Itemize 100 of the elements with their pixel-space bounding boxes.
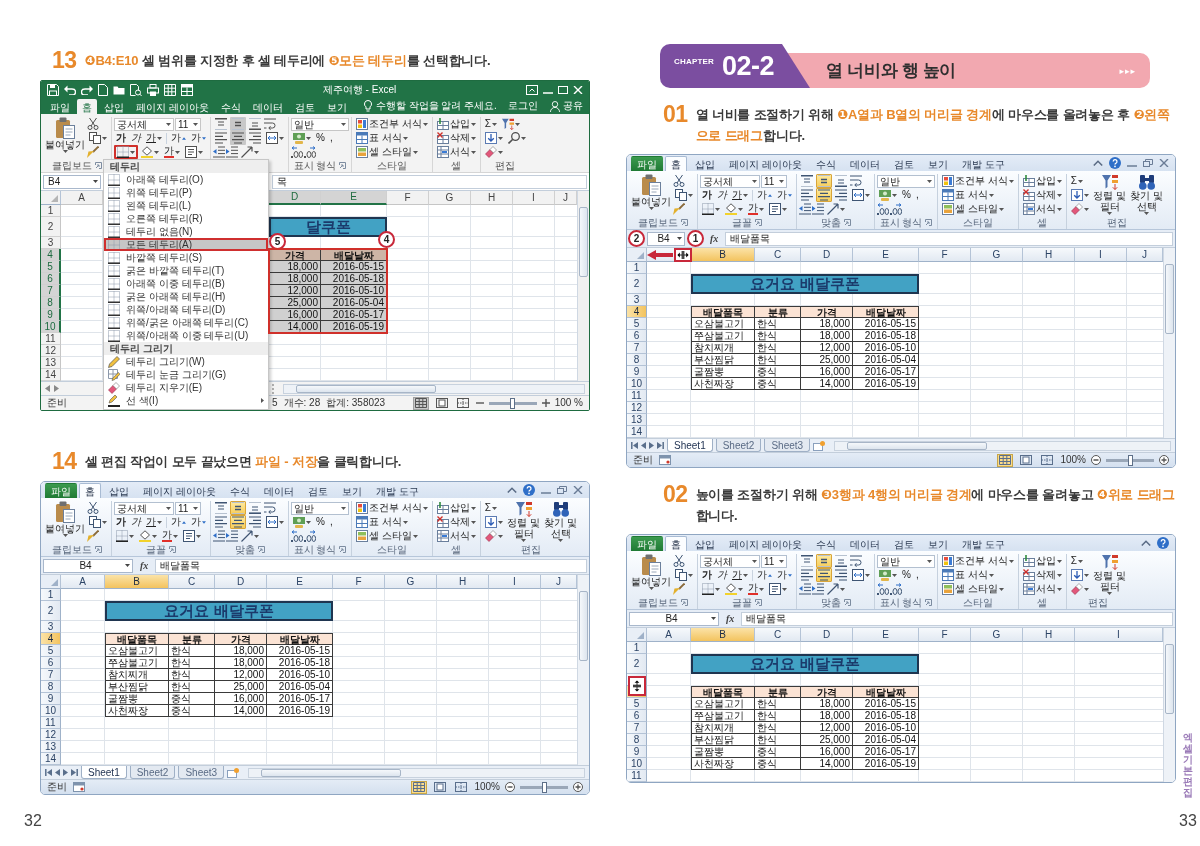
undo-icon[interactable] — [64, 84, 76, 95]
ribbon-tab[interactable]: 수식 — [809, 536, 842, 551]
orientation-button[interactable] — [825, 202, 847, 216]
row-header[interactable]: 11 — [627, 770, 647, 782]
fill-button[interactable] — [482, 515, 505, 529]
ribbon-tab[interactable]: 홈 — [665, 156, 687, 171]
menu-item[interactable]: 바깥쪽 테두리(S) — [104, 251, 268, 264]
insert-function-button[interactable]: fx — [723, 612, 738, 625]
font-name-field[interactable]: 궁서체 — [114, 501, 174, 515]
ribbon-tab[interactable]: 검토 — [887, 536, 920, 551]
name-box[interactable]: B4 — [43, 174, 101, 189]
row-header[interactable]: 9 — [627, 746, 647, 758]
dialog-launcher-icon[interactable] — [169, 546, 176, 553]
decrease-font-size-button[interactable]: 가 — [775, 188, 794, 202]
sheet-tab[interactable]: Sheet2 — [715, 439, 762, 452]
ribbon-tab[interactable]: 검토 — [301, 483, 334, 498]
row-header[interactable]: 9 — [41, 309, 61, 321]
format-cells-button[interactable]: 서식 — [1020, 582, 1064, 596]
font-size-field[interactable]: 11 — [761, 174, 787, 188]
decrease-decimal-icon[interactable] — [890, 203, 902, 215]
ribbon-tab[interactable]: 수식 — [223, 483, 256, 498]
percent-style-button[interactable]: % — [314, 515, 327, 529]
italic-button[interactable]: 가 — [129, 515, 143, 529]
new-sheet-icon[interactable] — [813, 440, 826, 451]
sheet-icon[interactable] — [659, 455, 671, 465]
row-header[interactable]: 2 — [627, 654, 647, 674]
scissors-icon[interactable] — [87, 502, 99, 514]
increase-indent-icon[interactable] — [812, 583, 824, 595]
horizontal-scrollbar[interactable] — [248, 767, 585, 778]
number-format-field[interactable]: 일반 — [291, 117, 349, 131]
font-size-field[interactable]: 11 — [175, 117, 201, 131]
align-center-button[interactable] — [816, 568, 832, 582]
chevron-up-icon[interactable] — [1093, 160, 1103, 166]
phonetic-guide-button[interactable] — [767, 582, 789, 596]
row-header[interactable]: 14 — [41, 369, 61, 381]
dialog-launcher-icon[interactable] — [755, 599, 762, 606]
insert-function-button[interactable]: fx — [707, 232, 722, 245]
copy-button[interactable] — [87, 131, 109, 145]
row-header[interactable]: 4 — [627, 306, 647, 318]
ribbon-tab[interactable]: 페이지 레이아웃 — [723, 536, 808, 551]
name-box[interactable]: B4 — [43, 558, 133, 573]
file-tab[interactable]: 파일 — [631, 536, 663, 551]
row-header[interactable]: 2 — [627, 274, 647, 294]
column-header[interactable]: G — [971, 628, 1023, 642]
vertical-scrollbar[interactable] — [1163, 628, 1175, 782]
row-header[interactable]: 8 — [41, 297, 61, 309]
restore-icon[interactable] — [1143, 159, 1153, 167]
zoom-out-icon[interactable] — [1091, 455, 1101, 465]
decrease-decimal-icon[interactable] — [304, 530, 316, 542]
ribbon-tab[interactable]: 홈 — [77, 99, 97, 114]
format-as-table-button[interactable]: 표 서식 — [940, 568, 996, 582]
decrease-indent-icon[interactable] — [213, 146, 225, 158]
increase-font-size-button[interactable]: 가 — [755, 568, 774, 582]
dialog-launcher-icon[interactable] — [925, 599, 933, 606]
triangle-left-icon[interactable] — [55, 769, 60, 776]
decrease-indent-icon[interactable] — [799, 583, 811, 595]
merge-center-button[interactable] — [264, 131, 286, 145]
orientation-button[interactable] — [239, 145, 261, 159]
row-header[interactable]: 13 — [627, 414, 647, 426]
zoom-in-icon[interactable] — [1159, 455, 1169, 465]
row-header[interactable]: 7 — [41, 285, 61, 297]
help-icon[interactable] — [523, 484, 535, 496]
save-icon[interactable] — [47, 83, 59, 96]
menu-item[interactable]: 오른쪽 테두리(R) — [104, 212, 268, 225]
autosum-button[interactable]: Σ — [1068, 174, 1085, 188]
normal-view-button[interactable] — [997, 453, 1014, 467]
ribbon-tab[interactable]: 보기 — [921, 536, 954, 551]
column-header[interactable]: E — [853, 248, 919, 262]
dialog-launcher-icon[interactable] — [339, 162, 347, 169]
help-icon[interactable] — [1109, 157, 1121, 169]
row-header[interactable]: 4 — [41, 249, 61, 261]
decrease-font-size-button[interactable]: 가 — [189, 515, 208, 529]
clear-button[interactable] — [482, 145, 505, 159]
sheet-tab[interactable]: Sheet3 — [764, 439, 811, 452]
triangle-left-icon[interactable] — [45, 385, 50, 392]
bold-button[interactable]: 가 — [114, 131, 128, 145]
increase-indent-icon[interactable] — [812, 203, 824, 215]
decrease-font-size-button[interactable]: 가 — [189, 131, 208, 145]
insert-function-button[interactable]: fx — [137, 559, 152, 572]
font-name-field[interactable]: 궁서체 — [700, 554, 760, 568]
increase-decimal-icon[interactable] — [877, 203, 889, 215]
row-header[interactable]: 8 — [627, 354, 647, 366]
align-bottom-button[interactable] — [833, 174, 849, 188]
ribbon-tab[interactable]: 페이지 레이아웃 — [723, 156, 808, 171]
underline-button[interactable]: 가 — [730, 188, 750, 202]
column-header[interactable]: D — [215, 575, 267, 589]
copy-button[interactable] — [673, 568, 695, 582]
format-cells-button[interactable]: 서식 — [1020, 202, 1064, 216]
column-header[interactable]: I — [1075, 248, 1127, 262]
ribbon-tab[interactable]: 보기 — [921, 156, 954, 171]
row-header[interactable]: 6 — [41, 657, 61, 669]
column-header[interactable]: B — [691, 628, 755, 642]
row-header[interactable]: 14 — [41, 753, 61, 765]
conditional-formatting-button[interactable]: 조건부 서식 — [354, 117, 430, 131]
printer-icon[interactable] — [147, 83, 159, 96]
menu-item[interactable]: 아래쪽 이중 테두리(B) — [104, 277, 268, 290]
column-header[interactable]: I — [513, 191, 555, 205]
redo-icon[interactable] — [81, 84, 93, 95]
row-header[interactable]: 3 — [41, 621, 61, 633]
align-right-button[interactable] — [247, 515, 263, 529]
